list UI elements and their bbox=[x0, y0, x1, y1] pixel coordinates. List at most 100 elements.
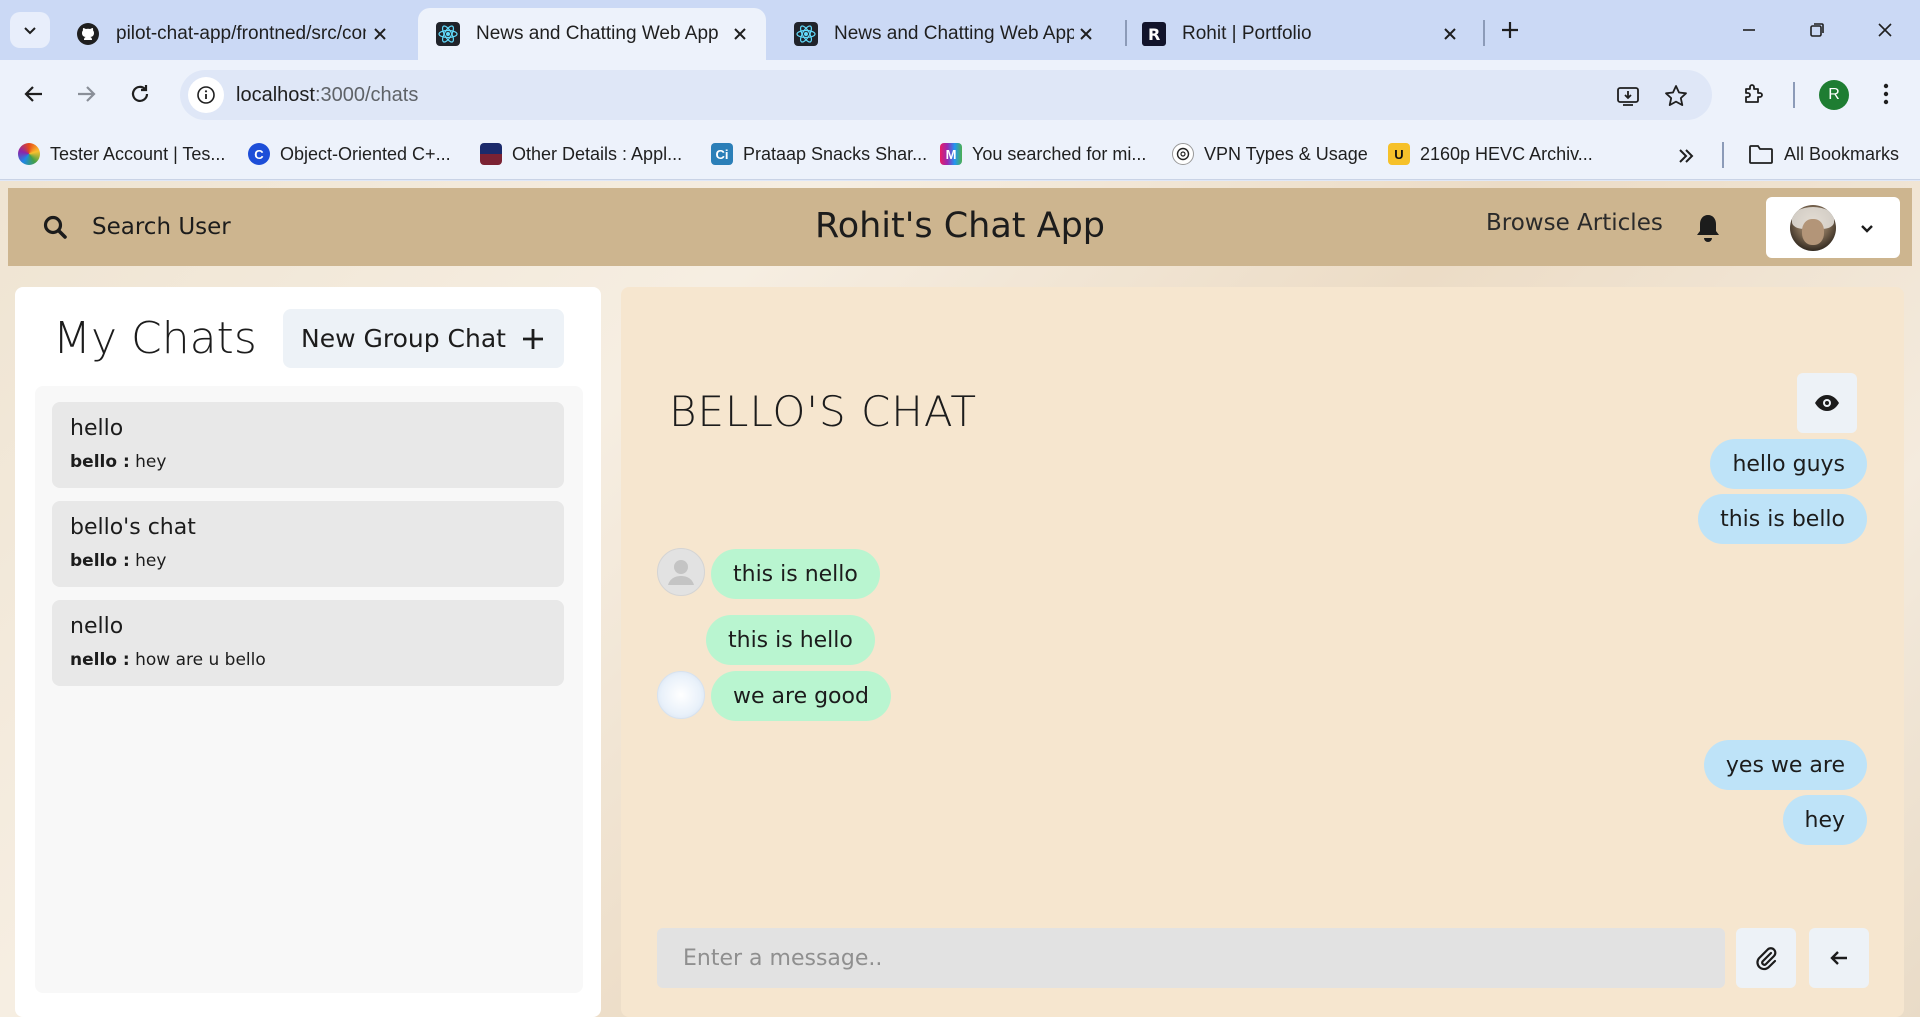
back-button[interactable] bbox=[14, 74, 54, 114]
uhd-icon: U bbox=[1388, 143, 1410, 165]
react-icon bbox=[436, 22, 460, 46]
arrow-right-icon bbox=[78, 86, 96, 102]
new-group-chat-button[interactable]: New Group Chat bbox=[283, 309, 564, 368]
tab-portfolio[interactable]: R Rohit | Portfolio bbox=[1124, 8, 1476, 60]
bookmark-label: 2160p HEVC Archiv... bbox=[1420, 143, 1593, 164]
chat-preview-sender: nello : bbox=[70, 650, 130, 670]
view-chat-details-button[interactable] bbox=[1797, 373, 1857, 433]
site-info-icon[interactable] bbox=[188, 77, 224, 113]
bookmark-tester-account[interactable]: Tester Account | Tes... bbox=[18, 140, 225, 168]
chat-name: nello bbox=[70, 614, 124, 639]
tab-github[interactable]: pilot-chat-app/frontned/src/com bbox=[58, 8, 406, 60]
chat-conversation-panel: BELLO'S CHAT hello guys this is bello th… bbox=[621, 287, 1904, 1017]
close-icon[interactable] bbox=[368, 22, 392, 46]
attach-file-button[interactable] bbox=[1736, 928, 1796, 988]
url-path: :3000/chats bbox=[314, 84, 419, 106]
tab-strip: pilot-chat-app/frontned/src/com News and… bbox=[0, 0, 1920, 60]
browse-articles-link[interactable]: Browse Articles bbox=[1486, 210, 1663, 236]
bookmark-label: VPN Types & Usage bbox=[1204, 143, 1368, 164]
chat-preview-sender: bello : bbox=[70, 452, 130, 472]
folder-icon bbox=[1749, 145, 1773, 164]
m-logo-icon: M bbox=[940, 143, 962, 165]
tab-title: pilot-chat-app/frontned/src/com bbox=[116, 23, 366, 44]
chat-list-item[interactable]: bello's chat bello : hey bbox=[52, 501, 564, 587]
tab-news-chat-active[interactable]: News and Chatting Web App bbox=[418, 8, 766, 60]
toolbar-separator bbox=[1793, 82, 1795, 108]
multicolor-circle-icon bbox=[18, 143, 40, 165]
new-group-chat-label: New Group Chat bbox=[301, 324, 506, 353]
message-bubble: hey bbox=[1782, 795, 1867, 845]
notifications-button[interactable] bbox=[1690, 210, 1726, 246]
my-chats-panel: My Chats New Group Chat hello bello : he… bbox=[15, 287, 601, 1017]
bookmark-you-searched[interactable]: M You searched for mi... bbox=[940, 140, 1146, 168]
eye-icon bbox=[1815, 395, 1839, 411]
sender-avatar bbox=[657, 671, 705, 719]
bookmark-star-icon[interactable] bbox=[1662, 82, 1690, 110]
install-app-icon[interactable] bbox=[1614, 82, 1642, 110]
message-bubble: this is nello bbox=[711, 549, 880, 599]
message-bubble: this is hello bbox=[706, 615, 875, 665]
github-icon bbox=[76, 22, 100, 46]
plus-icon bbox=[520, 326, 546, 352]
bookmark-other-details[interactable]: Other Details : Appl... bbox=[480, 140, 682, 168]
close-icon[interactable] bbox=[728, 22, 752, 46]
tab-news-chat[interactable]: News and Chatting Web App bbox=[776, 8, 1112, 60]
chat-title: BELLO'S CHAT bbox=[669, 387, 977, 436]
profile-menu-button[interactable] bbox=[1766, 197, 1900, 258]
tab-title: News and Chatting Web App bbox=[834, 23, 1074, 44]
chat-preview-message: how are u bello bbox=[135, 650, 266, 670]
bookmark-label: You searched for mi... bbox=[972, 143, 1147, 164]
bookmark-label: Object-Oriented C+... bbox=[280, 143, 451, 164]
close-icon[interactable] bbox=[1438, 22, 1462, 46]
reload-icon bbox=[131, 85, 149, 102]
react-icon bbox=[794, 22, 818, 46]
tab-separator bbox=[1483, 20, 1485, 46]
chevron-down-icon bbox=[1856, 217, 1878, 239]
bookmark-prataap-snacks[interactable]: Ci Prataap Snacks Shar... bbox=[711, 140, 927, 168]
send-message-button[interactable] bbox=[1809, 928, 1869, 988]
bookmarks-overflow-button[interactable] bbox=[1676, 142, 1696, 170]
chat-list-item[interactable]: nello nello : how are u bello bbox=[52, 600, 564, 686]
minimize-button[interactable] bbox=[1726, 12, 1772, 48]
my-chats-heading: My Chats bbox=[53, 313, 257, 364]
sender-avatar bbox=[657, 548, 705, 596]
profile-avatar[interactable]: R bbox=[1819, 80, 1849, 110]
url-host: localhost bbox=[236, 84, 315, 106]
chat-preview-message: hey bbox=[135, 551, 167, 571]
bookmark-2160p-hevc[interactable]: U 2160p HEVC Archiv... bbox=[1388, 140, 1593, 168]
new-tab-button[interactable] bbox=[1494, 14, 1526, 46]
double-chevron-right-icon bbox=[1679, 149, 1694, 163]
forward-button[interactable] bbox=[66, 74, 106, 114]
address-bar[interactable]: localhost:3000/chats bbox=[180, 70, 1712, 120]
bookmarks-bar: Tester Account | Tes... C Object-Oriente… bbox=[0, 128, 1920, 180]
c-logo-icon: C bbox=[248, 143, 270, 165]
extensions-button[interactable] bbox=[1734, 74, 1774, 114]
puzzle-icon bbox=[1745, 84, 1763, 103]
close-icon[interactable] bbox=[1074, 22, 1098, 46]
close-window-button[interactable] bbox=[1862, 12, 1908, 48]
more-vertical-icon bbox=[1883, 83, 1889, 105]
tab-title: Rohit | Portfolio bbox=[1182, 23, 1312, 44]
chat-list: hello bello : hey bello's chat bello : h… bbox=[35, 386, 583, 993]
chat-preview-sender: bello : bbox=[70, 551, 130, 571]
all-bookmarks-label: All Bookmarks bbox=[1784, 143, 1900, 164]
restore-button[interactable] bbox=[1794, 12, 1840, 48]
portfolio-r-icon: R bbox=[1142, 22, 1166, 46]
tab-search-button[interactable] bbox=[10, 12, 50, 48]
chat-name: bello's chat bbox=[70, 515, 196, 540]
user-placeholder-icon bbox=[668, 560, 694, 585]
message-bubble: yes we are bbox=[1703, 740, 1867, 790]
all-bookmarks-button[interactable]: All Bookmarks bbox=[1748, 140, 1899, 168]
chevron-down-icon bbox=[24, 27, 36, 35]
bookmark-object-oriented[interactable]: C Object-Oriented C+... bbox=[248, 140, 451, 168]
arrow-left-icon bbox=[24, 86, 42, 102]
ci-icon: Ci bbox=[711, 143, 733, 165]
svg-text:R: R bbox=[1148, 25, 1160, 44]
message-input[interactable] bbox=[657, 928, 1725, 988]
bookmark-vpn-types[interactable]: VPN Types & Usage bbox=[1172, 140, 1368, 168]
chat-list-item[interactable]: hello bello : hey bbox=[52, 402, 564, 488]
browser-menu-button[interactable] bbox=[1866, 74, 1906, 114]
restore-icon bbox=[1810, 23, 1824, 37]
browser-toolbar: localhost:3000/chats R bbox=[0, 60, 1920, 128]
reload-button[interactable] bbox=[120, 74, 160, 114]
